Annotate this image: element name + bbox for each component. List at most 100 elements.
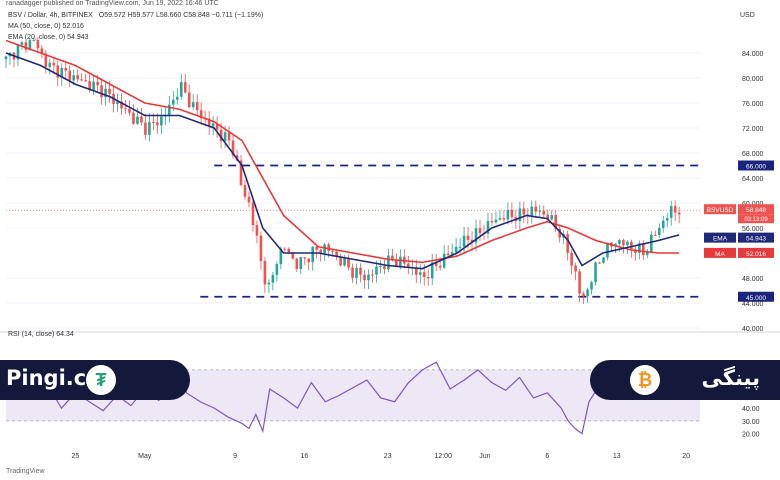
candle-body (191, 102, 195, 108)
candle-body (665, 217, 669, 221)
candle-body (395, 260, 398, 267)
candle-body (379, 266, 382, 268)
candle-body (649, 234, 653, 253)
price-tick-label: 84.000 (742, 51, 764, 58)
candle-body (598, 262, 601, 264)
price-tick-label: 44.000 (742, 301, 764, 308)
time-tick-label: Jun (479, 453, 490, 460)
candle-body (20, 42, 24, 45)
rsi-tick-label: 40.00 (742, 406, 760, 413)
candle-body (339, 256, 342, 266)
candle-body (351, 267, 354, 278)
candle-body (187, 92, 191, 108)
candle-body (307, 258, 311, 263)
price-tick-label: 76.000 (742, 101, 764, 108)
candle-body (606, 242, 609, 258)
time-tick-label: 13 (613, 453, 621, 460)
candle-body (657, 227, 661, 236)
candle-body (168, 104, 171, 115)
candle-body (442, 253, 446, 268)
candle-body (383, 266, 386, 270)
candle-body (160, 116, 163, 126)
candle-body (171, 99, 175, 105)
candle-body (622, 239, 625, 246)
candle-body (152, 122, 155, 124)
candle-body (522, 208, 526, 215)
candle-body (602, 257, 605, 263)
candle-body (538, 210, 542, 212)
watermark-right-text: پینگی (701, 366, 761, 390)
badge-ma-label: MA (715, 251, 725, 258)
candle-body (355, 267, 358, 278)
ema-legend: EMA (20, close, 0) 54.943 (8, 34, 89, 41)
candle-body (295, 258, 299, 269)
candle-body (375, 266, 378, 275)
rsi-tick-label: 30.00 (742, 419, 760, 426)
candle-body (227, 132, 231, 141)
time-axis: 25 May 9 16 23 12:00 Jun 6 13 20 (72, 453, 691, 460)
candle-body (76, 75, 79, 80)
candle-body (283, 248, 287, 250)
candles (4, 37, 681, 305)
candle-body (506, 209, 510, 220)
ohlc-values: O59.572 H59.577 L58.660 C58.848 −0.711 (… (98, 12, 264, 19)
price-tick-label: 56.000 (742, 226, 764, 233)
candle-body (223, 132, 227, 141)
candle-body (92, 81, 95, 90)
candle-body (466, 235, 470, 240)
candle-body (179, 82, 183, 97)
tradingview-logo: TradingView (6, 468, 45, 475)
candle-body (80, 79, 83, 81)
price-chart: 84.00080.00076.00072.00068.00064.00060.0… (0, 37, 780, 460)
candle-body (255, 225, 259, 236)
candle-body (243, 185, 247, 197)
symbol-line: BSV / Dollar, 4h, BITFINEX O59.572 H59.5… (8, 12, 263, 19)
candle-body (148, 122, 151, 135)
candle-body (259, 235, 263, 261)
candle-body (399, 256, 402, 267)
candle-body (36, 40, 40, 49)
candle-body (108, 88, 111, 94)
candle-body (590, 282, 593, 290)
badge-bsvusd-label: BSVUSD (707, 207, 734, 214)
candle-body (64, 67, 68, 71)
time-tick-label: 23 (384, 453, 392, 460)
time-tick-label: 9 (233, 453, 237, 460)
rsi-tick-label: 20.00 (742, 432, 760, 439)
candle-body (72, 75, 76, 81)
publisher-line: ranadagger published on TradingView.com,… (6, 0, 219, 7)
candle-body (586, 289, 589, 297)
candle-body (144, 122, 147, 135)
candle-body (534, 206, 538, 212)
candle-body (68, 70, 72, 81)
candle-body (263, 260, 267, 285)
candle-body (426, 277, 430, 279)
candle-body (498, 218, 502, 220)
time-tick-label: May (138, 453, 152, 460)
candle-body (303, 257, 307, 259)
candle-body (291, 253, 295, 259)
candle-body (136, 116, 139, 124)
candle-body (642, 243, 645, 256)
symbol-label: BSV / Dollar, 4h, BITFINEX (8, 12, 93, 19)
badge-ema-value: 54.943 (746, 236, 766, 243)
bitcoin-icon: ₿ (630, 365, 660, 395)
candle-body (96, 81, 99, 86)
candle-body (311, 246, 315, 263)
candle-body (140, 116, 143, 123)
candle-body (251, 202, 255, 226)
candle-body (183, 82, 187, 93)
time-tick-label: 16 (301, 453, 309, 460)
ma-line (5, 39, 680, 264)
candle-body (438, 265, 442, 268)
candle-body (132, 112, 135, 124)
candle-body (673, 206, 677, 213)
level-value: 66.000 (746, 164, 766, 171)
candle-body (542, 210, 546, 215)
price-tick-label: 72.000 (742, 126, 764, 133)
candle-body (271, 274, 275, 283)
price-tick-label: 40.000 (742, 326, 764, 333)
candle-body (359, 267, 362, 275)
candle-body (550, 215, 554, 220)
candle-body (630, 241, 633, 250)
